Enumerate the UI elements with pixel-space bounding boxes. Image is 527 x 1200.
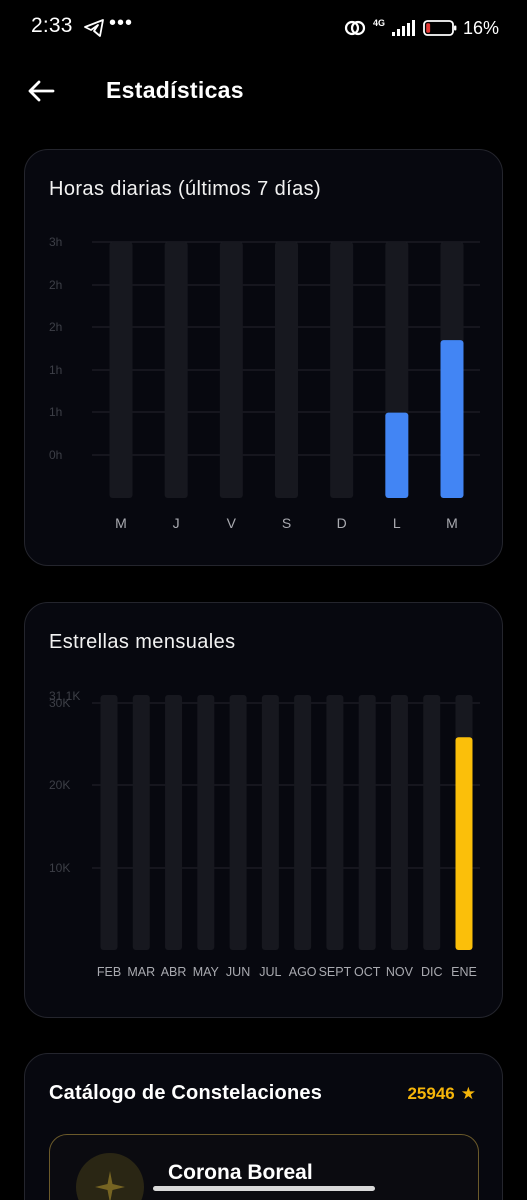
link-icon	[344, 20, 366, 36]
y-tick-label: 31.1K	[49, 689, 80, 703]
signal-icon	[391, 20, 415, 36]
x-tick-label: J	[173, 515, 180, 531]
y-tick-label: 20K	[49, 778, 70, 792]
catalog-card: Catálogo de Constelaciones 25946 ★ Coron…	[24, 1053, 503, 1200]
catalog-stars-count: 25946	[407, 1084, 455, 1103]
status-time: 2:33	[31, 14, 73, 37]
status-right: 4G 16%	[343, 15, 499, 41]
catalog-title: Catálogo de Constelaciones	[49, 1082, 323, 1104]
x-tick-label: L	[393, 515, 401, 531]
bar-track	[164, 242, 188, 498]
x-tick-label: S	[282, 515, 291, 531]
x-tick-label: JUL	[259, 965, 281, 979]
bar-track	[261, 695, 279, 950]
x-tick-label: JUN	[226, 965, 250, 979]
bar-track	[294, 695, 312, 950]
x-tick-label: NOV	[386, 965, 414, 979]
y-tick-label: 3h	[49, 235, 62, 249]
x-tick-label: SEPT	[319, 965, 352, 979]
daily-hours-chart: 3h 2h 2h 1h 1h 0h M J V S D L M	[49, 235, 480, 531]
bar	[440, 340, 464, 498]
y-tick-label: 1h	[49, 363, 62, 377]
y-tick-label: 0h	[49, 448, 62, 462]
x-tick-label: D	[337, 515, 347, 531]
bar-track	[165, 695, 183, 950]
bar-track	[423, 695, 441, 950]
page-title: Estadísticas	[106, 77, 244, 103]
y-tick-label: 10K	[49, 861, 70, 875]
y-tick-label: 1h	[49, 405, 62, 419]
bar-track	[275, 242, 298, 498]
app-header: Estadísticas	[0, 68, 527, 114]
x-tick-label: ABR	[161, 965, 187, 979]
bar-track	[358, 695, 376, 950]
x-tick-label: V	[227, 515, 237, 531]
battery-icon	[423, 20, 457, 36]
x-tick-label: DIC	[421, 965, 443, 979]
bar-track	[197, 695, 215, 950]
x-tick-label: OCT	[354, 965, 381, 979]
bar-track	[109, 242, 133, 498]
bar-track	[132, 695, 150, 950]
star-icon: ★	[460, 1084, 476, 1103]
battery-percent: 16%	[462, 17, 499, 38]
constellation-name: Corona Boreal	[168, 1161, 313, 1184]
x-tick-label: MAR	[127, 965, 155, 979]
y-tick-label: 2h	[49, 320, 62, 334]
x-tick-label: M	[446, 515, 458, 531]
bar-track	[330, 242, 354, 498]
bar	[385, 412, 409, 498]
bar-track	[219, 242, 243, 498]
more-notifications-icon: •••	[109, 12, 134, 34]
telegram-icon	[84, 19, 104, 37]
bar-track	[229, 695, 247, 950]
constellation-icon	[76, 1153, 144, 1200]
status-bar: 2:33 ••• 4G 16%	[0, 0, 527, 58]
bar-track	[390, 695, 408, 950]
daily-hours-card: Horas diarias (últimos 7 días) 3h 2h 2h 1h 1…	[24, 149, 503, 566]
monthly-stars-chart: 30K20K10K31.1KFEB MAR ABR MAY JUN JUL AGO SEPT O…	[49, 689, 480, 979]
catalog-stars: 25946 ★	[407, 1084, 476, 1104]
network-type: 4G	[372, 17, 385, 28]
bar-track	[100, 695, 118, 950]
x-tick-label: AGO	[289, 965, 317, 979]
bar	[455, 737, 473, 950]
back-arrow-icon[interactable]	[26, 76, 56, 106]
y-tick-label: 2h	[49, 278, 62, 292]
x-tick-label: FEB	[97, 965, 121, 979]
monthly-stars-card: Estrellas mensuales 30K 20K 10K 31.1K FEB MAR…	[24, 602, 503, 1018]
x-tick-label: M	[115, 515, 127, 531]
bar-track	[326, 695, 344, 950]
home-indicator	[153, 1186, 375, 1191]
x-tick-label: MAY	[193, 965, 220, 979]
x-tick-label: ENE	[451, 965, 477, 979]
